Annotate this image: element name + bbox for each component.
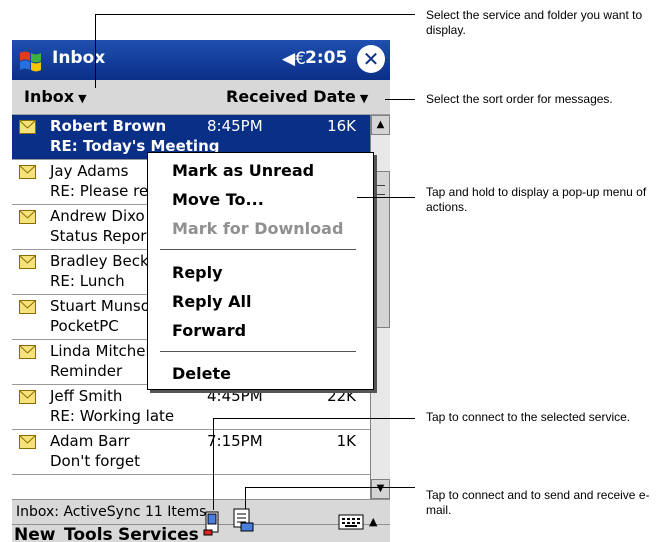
message-row[interactable]: Jeff Smith 4:45PM 22K RE: Working late xyxy=(12,385,370,430)
callout-line xyxy=(213,418,415,419)
menu-item-delete[interactable]: Delete xyxy=(172,364,231,383)
sort-dropdown-label: Received Date xyxy=(226,87,356,106)
scroll-up-button[interactable]: ▲ xyxy=(371,115,390,135)
folder-dropdown-label: Inbox xyxy=(24,87,75,106)
message-sender: Stuart Munso xyxy=(50,297,150,315)
send-receive-icon[interactable] xyxy=(232,508,254,532)
message-sender: Adam Barr xyxy=(50,432,130,450)
callout-service: Select the service and folder you want t… xyxy=(426,8,643,37)
callout-line xyxy=(357,197,415,198)
callout-hold: Tap and hold to display a pop-up menu of… xyxy=(426,185,647,214)
envelope-icon xyxy=(19,300,36,314)
menu-item-mark-as-unread[interactable]: Mark as Unread xyxy=(172,161,314,180)
envelope-icon xyxy=(19,390,36,404)
envelope-icon xyxy=(19,435,36,449)
scroll-down-button[interactable]: ▼ xyxy=(371,479,390,499)
message-subject: RE: Please re xyxy=(50,182,149,200)
envelope-icon xyxy=(19,165,36,179)
message-row[interactable]: Adam Barr 7:15PM 1K Don't forget xyxy=(12,430,370,475)
callout-line xyxy=(245,487,246,509)
menu-separator xyxy=(160,249,356,250)
folder-sort-bar: Inbox ▼ Received Date ▼ xyxy=(12,80,390,115)
menu-item-move-to[interactable]: Move To... xyxy=(172,190,264,209)
message-sender: Jeff Smith xyxy=(50,387,123,405)
context-menu: Mark as Unread Move To... Mark for Downl… xyxy=(147,152,374,390)
menu-item-reply-all[interactable]: Reply All xyxy=(172,292,251,311)
sort-dropdown[interactable]: Received Date ▼ xyxy=(226,87,368,106)
message-subject: RE: Working late xyxy=(50,407,175,425)
folder-dropdown[interactable]: Inbox ▼ xyxy=(24,87,87,106)
callout-send-receive: Tap to connect and to send and receive e… xyxy=(426,488,650,517)
callout-line xyxy=(245,487,415,488)
menu-item-reply[interactable]: Reply xyxy=(172,263,223,282)
app-title: Inbox xyxy=(52,48,106,68)
message-size: 1K xyxy=(336,432,356,450)
message-size: 16K xyxy=(327,117,356,135)
message-time: 8:45PM xyxy=(207,117,263,135)
status-bar: Inbox: ActiveSync 11 Items. xyxy=(12,499,390,524)
speaker-icon[interactable]: ◀€ xyxy=(282,49,306,69)
envelope-icon xyxy=(19,255,36,269)
message-subject: Reminder xyxy=(50,362,123,380)
envelope-icon xyxy=(19,210,36,224)
message-subject: PocketPC xyxy=(50,317,119,335)
scrollbar-grip-icon xyxy=(374,185,385,195)
message-sender: Linda Mitchel xyxy=(50,342,150,360)
clock[interactable]: 2:05 xyxy=(305,48,347,68)
message-sender: Bradley Beck xyxy=(50,252,149,270)
message-sender: Jay Adams xyxy=(50,162,129,180)
callout-line xyxy=(95,14,96,88)
windows-flag-icon[interactable] xyxy=(16,45,46,75)
menu-item-mark-for-download: Mark for Download xyxy=(172,219,344,238)
message-time: 7:15PM xyxy=(207,432,263,450)
keyboard-icon[interactable] xyxy=(338,513,364,531)
callout-line xyxy=(385,99,415,100)
device-screen: Inbox ◀€ 2:05 ✕ Inbox ▼ Received Date ▼ Ro… xyxy=(12,40,390,542)
message-subject: RE: Lunch xyxy=(50,272,125,290)
menu-bar: New Tools Services xyxy=(12,524,390,542)
chevron-down-icon: ▼ xyxy=(359,92,369,105)
chevron-down-icon: ▼ xyxy=(78,92,87,105)
callout-line xyxy=(213,418,214,510)
tools-menu[interactable]: Tools xyxy=(64,525,113,542)
input-panel-arrow-icon[interactable]: ▲ xyxy=(369,515,377,528)
connect-icon[interactable] xyxy=(203,510,223,536)
title-bar: Inbox ◀€ 2:05 ✕ xyxy=(12,40,390,80)
envelope-icon xyxy=(19,345,36,359)
callout-line xyxy=(95,14,415,15)
callout-connect: Tap to connect to the selected service. xyxy=(426,410,631,424)
message-sender: Robert Brown xyxy=(50,117,167,135)
new-menu[interactable]: New xyxy=(14,525,55,542)
message-subject: Don't forget xyxy=(50,452,140,470)
close-button[interactable]: ✕ xyxy=(357,45,385,73)
message-sender: Andrew Dixo xyxy=(50,207,145,225)
services-menu[interactable]: Services xyxy=(118,525,199,542)
callout-sort: Select the sort order for messages. xyxy=(426,92,613,106)
menu-item-forward[interactable]: Forward xyxy=(172,321,246,340)
envelope-icon xyxy=(19,120,36,134)
message-subject: Status Repor xyxy=(50,227,147,245)
menu-separator xyxy=(160,351,356,352)
